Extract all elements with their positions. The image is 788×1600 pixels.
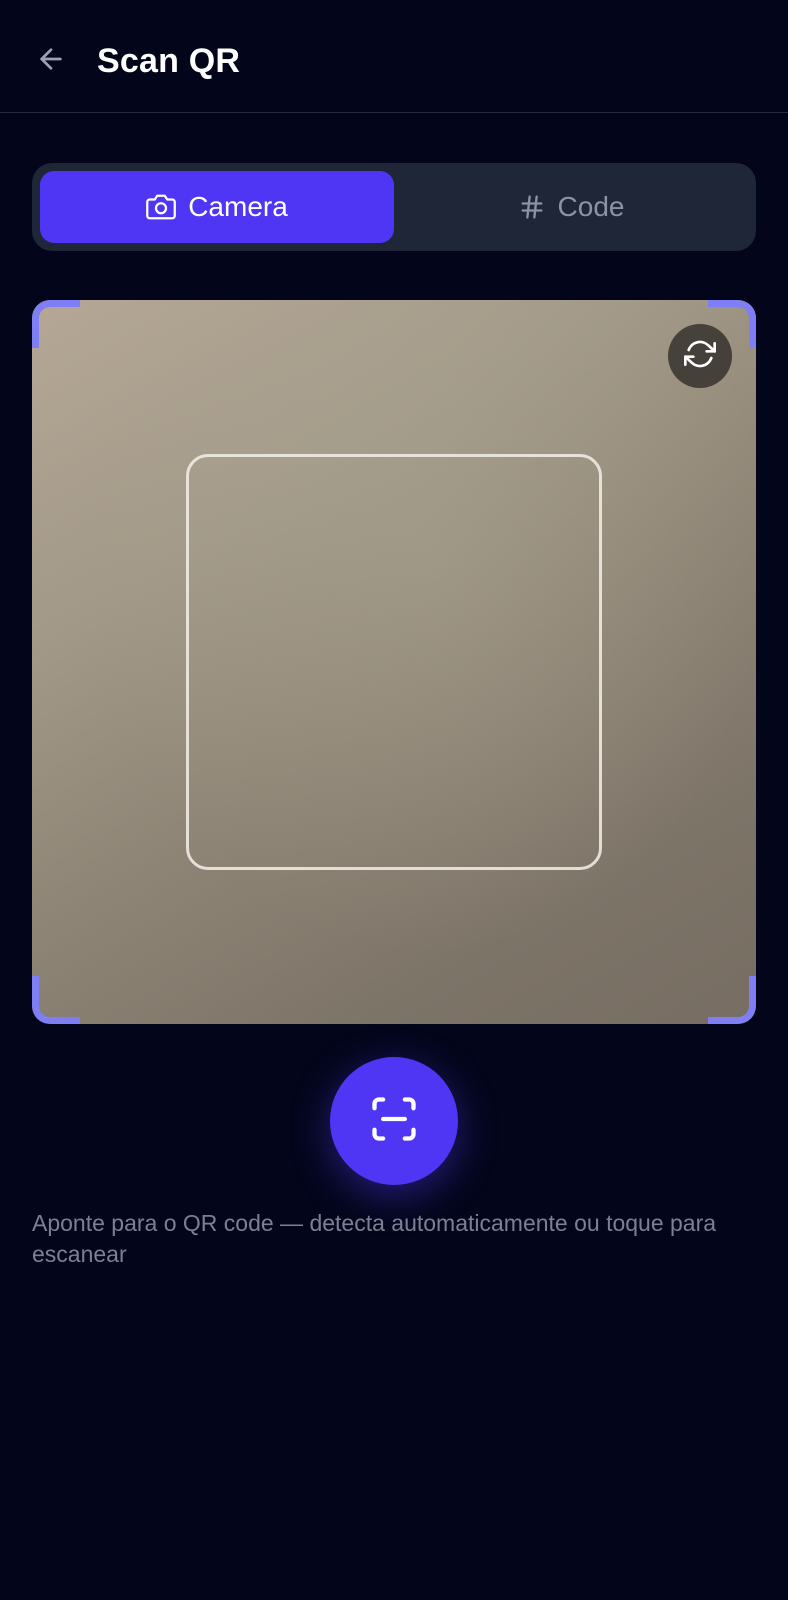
viewfinder-corner-top-left: [32, 300, 80, 348]
scan-target-frame: [186, 454, 602, 870]
scan-icon: [368, 1093, 420, 1150]
arrow-left-icon: [35, 43, 67, 80]
app-header: Scan QR: [0, 0, 788, 113]
tab-code-label: Code: [557, 191, 625, 222]
page-title: Scan QR: [97, 42, 241, 80]
viewfinder-corner-bottom-right: [708, 976, 756, 1024]
camera-preview[interactable]: [32, 300, 756, 1024]
camera-icon: [146, 192, 177, 222]
switch-camera-button[interactable]: [668, 324, 732, 388]
refresh-icon: [684, 338, 716, 375]
back-button[interactable]: [30, 40, 72, 82]
scan-button[interactable]: [330, 1057, 458, 1185]
mode-switch: Camera Code: [32, 163, 756, 251]
tab-code[interactable]: Code: [394, 171, 748, 243]
tab-camera-label: Camera: [188, 191, 288, 222]
viewfinder-corner-bottom-left: [32, 976, 80, 1024]
scan-hint-text: Aponte para o QR code — detecta automati…: [32, 1210, 717, 1267]
tab-camera[interactable]: Camera: [40, 171, 394, 243]
hash-icon: [518, 193, 546, 221]
